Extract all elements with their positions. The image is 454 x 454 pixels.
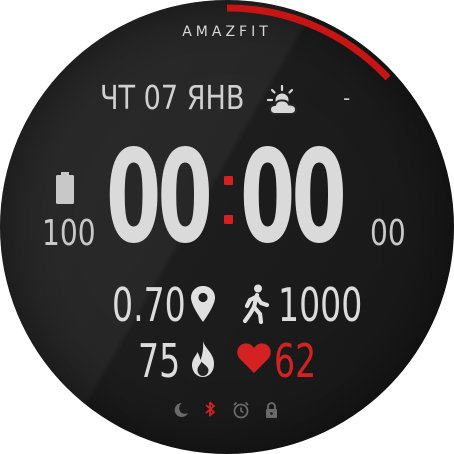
clock-seconds: 00	[370, 213, 406, 254]
clock-time: 00 00	[104, 128, 354, 268]
location-pin-icon	[191, 286, 215, 322]
lock-icon	[266, 402, 277, 418]
colon-dot-top	[224, 176, 233, 185]
temperature-value: -	[343, 86, 351, 110]
heart-rate-value: 62	[274, 334, 317, 388]
flame-icon	[192, 341, 214, 377]
calories-value: 75	[138, 334, 181, 388]
steps-value: 1000	[278, 278, 363, 332]
alarm-icon	[233, 401, 249, 419]
partly-cloudy-icon	[266, 84, 298, 115]
colon-dot-bottom	[224, 215, 233, 224]
clock-minutes: 00	[240, 123, 347, 272]
moon-icon	[174, 402, 188, 417]
battery-level: 100	[42, 213, 96, 254]
bluetooth-icon	[205, 401, 215, 417]
watch-screen: AMAZFIT ЧТ 07 ЯНВ - 100 00 00 00 0.70 10…	[0, 0, 454, 454]
walking-person-icon	[242, 284, 270, 324]
clock-hours: 00	[106, 123, 213, 272]
distance-value: 0.70	[112, 278, 186, 332]
status-icons-row	[174, 401, 277, 419]
brand-logo: AMAZFIT	[182, 24, 272, 40]
date-label: ЧТ 07 ЯНВ	[100, 78, 245, 117]
battery-icon	[56, 172, 74, 204]
heart-icon	[237, 343, 271, 373]
